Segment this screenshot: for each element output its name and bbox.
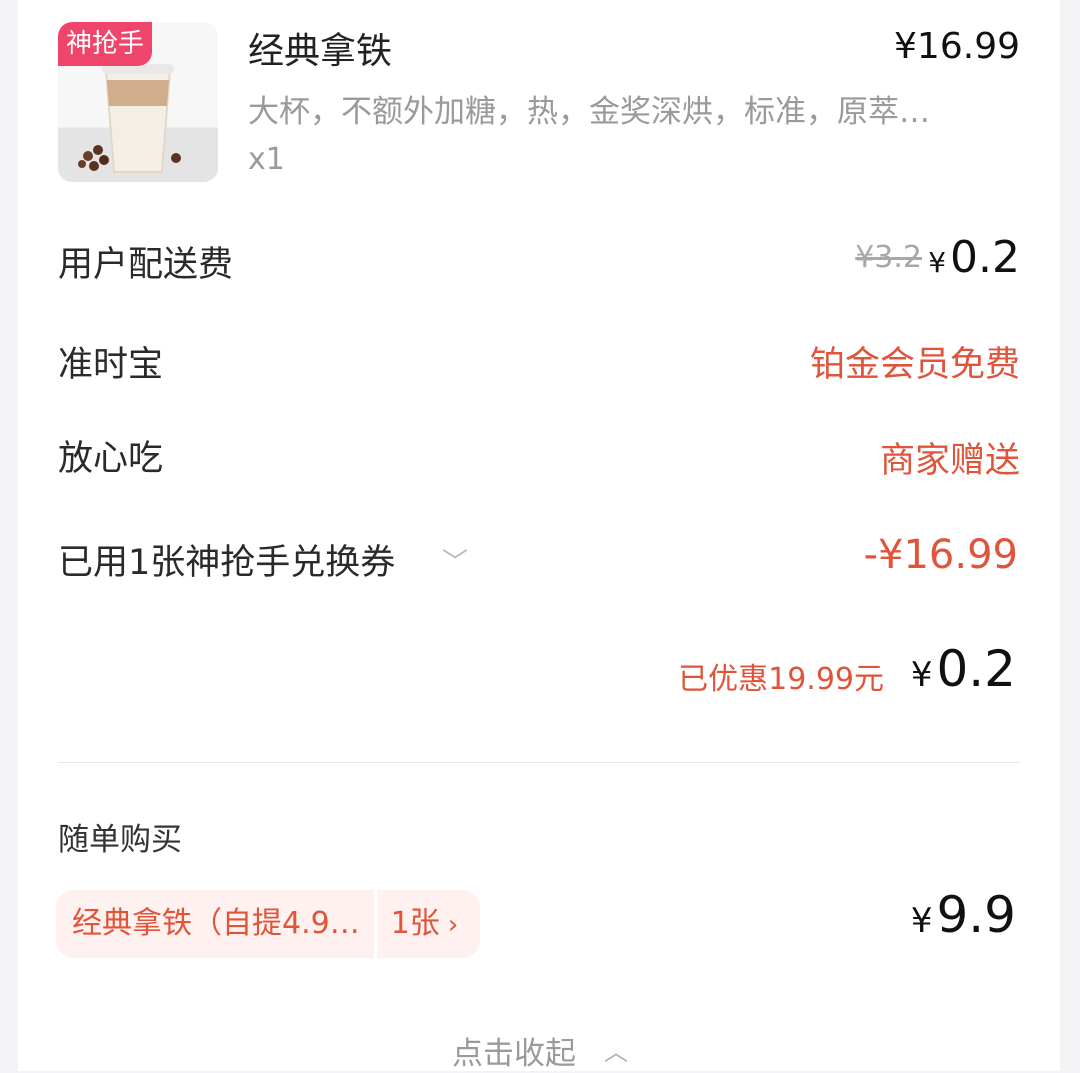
- currency-symbol: ¥: [910, 901, 933, 941]
- safe-eat-label: 放心吃: [58, 439, 164, 479]
- delivery-fee-label: 用户配送费: [58, 245, 234, 285]
- ontime-label: 准时宝: [58, 345, 164, 385]
- addon-price-value: 9.9: [936, 886, 1016, 944]
- addon-item-count-button[interactable]: 1张 ›: [376, 890, 481, 958]
- saved-amount: 已优惠19.99元: [678, 662, 884, 697]
- coupon-selector[interactable]: 已用1张神抢手兑换券: [58, 534, 395, 585]
- chevron-right-icon: ›: [447, 910, 459, 940]
- addon-item-name[interactable]: 经典拿铁（自提4.9…: [56, 890, 374, 958]
- addon-item-count: 1张: [390, 906, 440, 941]
- delivery-original-price: ¥3.2: [855, 240, 922, 275]
- product-quantity: x1: [248, 142, 285, 177]
- delivery-fee-value: 0.2: [950, 232, 1020, 283]
- total-value: 0.2: [936, 640, 1016, 698]
- currency-symbol: ¥: [928, 246, 947, 279]
- product-price: ¥16.99: [894, 26, 1020, 67]
- safe-eat-value: 商家赠送: [879, 441, 1020, 481]
- currency-symbol: ¥: [910, 655, 933, 695]
- order-detail-card: 神抢手 经典拿铁 ¥16.99 大杯，不额外加糖，热，金奖深烘，标准，原萃… x…: [18, 0, 1060, 1073]
- chevron-down-icon[interactable]: ﹀: [442, 542, 468, 579]
- product-badge: 神抢手: [58, 22, 153, 66]
- section-divider: [58, 762, 1020, 763]
- addon-price: ¥9.9: [911, 886, 1016, 944]
- coupon-discount: -¥16.99: [863, 532, 1018, 578]
- order-total: ¥0.2: [911, 640, 1016, 698]
- chevron-up-icon[interactable]: ︿: [604, 1032, 628, 1067]
- delivery-fee-price: ¥0.2: [928, 232, 1020, 283]
- addon-item-pill[interactable]: 经典拿铁（自提4.9… 1张 ›: [56, 890, 481, 958]
- ontime-value: 铂金会员免费: [809, 345, 1020, 385]
- collapse-button[interactable]: 点击收起: [452, 1028, 576, 1073]
- product-thumbnail[interactable]: 神抢手: [58, 22, 218, 182]
- addon-section-title: 随单购买: [58, 822, 182, 858]
- product-name: 经典拿铁: [248, 31, 393, 72]
- product-specs: 大杯，不额外加糖，热，金奖深烘，标准，原萃…: [248, 94, 930, 130]
